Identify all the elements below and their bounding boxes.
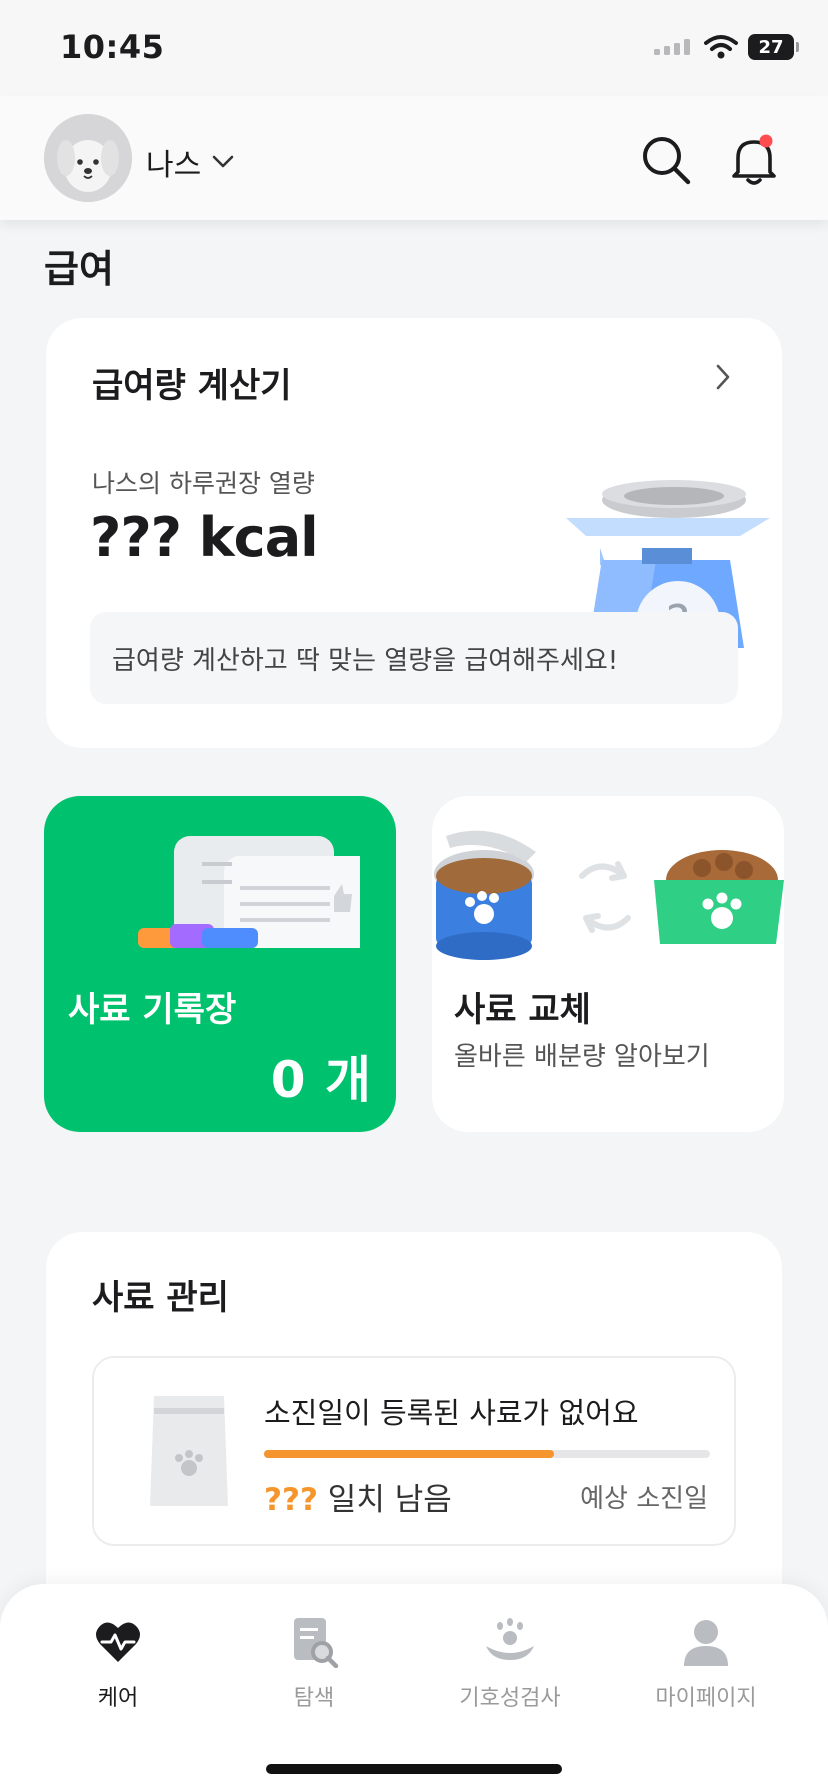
food-record-label: 사료 기록장: [68, 990, 237, 1030]
daily-calorie-value: ??? kcal: [90, 506, 319, 569]
tab-my-page[interactable]: 마이페이지: [626, 1616, 786, 1712]
food-swap-card[interactable]: 사료 교체 올바른 배분량 알아보기: [432, 796, 784, 1132]
notification-button[interactable]: [726, 132, 782, 188]
food-record-card[interactable]: 사료 기록장 0 개: [44, 796, 396, 1132]
daily-calorie-label: 나스의 하루권장 열량: [92, 469, 315, 498]
tab-explore[interactable]: 탐색: [234, 1616, 394, 1712]
cellular-signal-icon: [654, 39, 690, 55]
days-remaining-value: ???: [264, 1482, 318, 1518]
food-management-title: 사료 관리: [92, 1278, 229, 1318]
calculator-title: 급여량 계산기: [92, 366, 292, 406]
chevron-right-icon[interactable]: [710, 362, 736, 392]
food-swap-illustration: [434, 830, 784, 960]
tab-my-page-label: 마이페이지: [655, 1686, 757, 1711]
search-icon: [643, 137, 691, 185]
food-depletion-item[interactable]: 소진일이 등록된 사료가 없어요 ??? 일치 남음 예상 소진일: [92, 1356, 736, 1546]
expected-depletion-label: 예상 소진일: [580, 1484, 708, 1514]
pet-name-label: 나스: [146, 148, 202, 183]
home-indicator: [266, 1764, 562, 1774]
tab-care[interactable]: 케어: [38, 1616, 198, 1712]
status-icons: 27: [654, 34, 799, 60]
status-bar: 10:45 27: [0, 0, 828, 96]
record-notes-illustration: [138, 836, 360, 948]
chevron-down-icon: [212, 155, 234, 168]
tab-palatability-label: 기호성검사: [459, 1686, 561, 1711]
document-search-icon: [294, 1618, 339, 1668]
food-record-count: 0 개: [270, 1051, 372, 1109]
depletion-progress-bar: [264, 1450, 710, 1458]
search-button[interactable]: [638, 132, 694, 188]
pet-selector[interactable]: 나스: [146, 140, 235, 184]
dog-bowl-icon: [486, 1618, 534, 1660]
pet-avatar[interactable]: [44, 114, 132, 202]
days-remaining-label: 일치 남음: [317, 1482, 452, 1518]
calculator-banner: 급여량 계산하고 딱 맞는 열량을 급여해주세요!: [90, 612, 738, 704]
person-icon: [684, 1620, 728, 1666]
no-food-message: 소진일이 등록된 사료가 없어요: [264, 1396, 639, 1430]
bottom-tab-bar: 케어 탐색 기호성검사 마이페이지: [0, 1584, 828, 1792]
tab-care-label: 케어: [97, 1686, 139, 1711]
status-time: 10:45: [60, 28, 165, 66]
bell-icon: [732, 134, 776, 185]
dog-avatar-icon: [44, 114, 132, 202]
tab-palatability-test[interactable]: 기호성검사: [430, 1616, 590, 1712]
app-header: 나스: [0, 96, 828, 220]
feeding-calculator-card[interactable]: 급여량 계산기 나스의 하루권장 열량 ??? kcal ? 급여량 계산하고 …: [46, 318, 782, 748]
heart-pulse-icon: [96, 1622, 140, 1662]
depletion-progress-fill: [264, 1450, 554, 1458]
wifi-icon: [704, 35, 738, 59]
food-bag-icon: [150, 1396, 228, 1506]
food-swap-subtitle: 올바른 배분량 알아보기: [454, 1042, 710, 1072]
battery-indicator: 27: [748, 34, 799, 60]
tab-explore-label: 탐색: [293, 1686, 335, 1711]
page-title: 급여: [44, 247, 114, 291]
days-remaining: ??? 일치 남음: [264, 1474, 452, 1519]
food-swap-title: 사료 교체: [454, 990, 591, 1030]
